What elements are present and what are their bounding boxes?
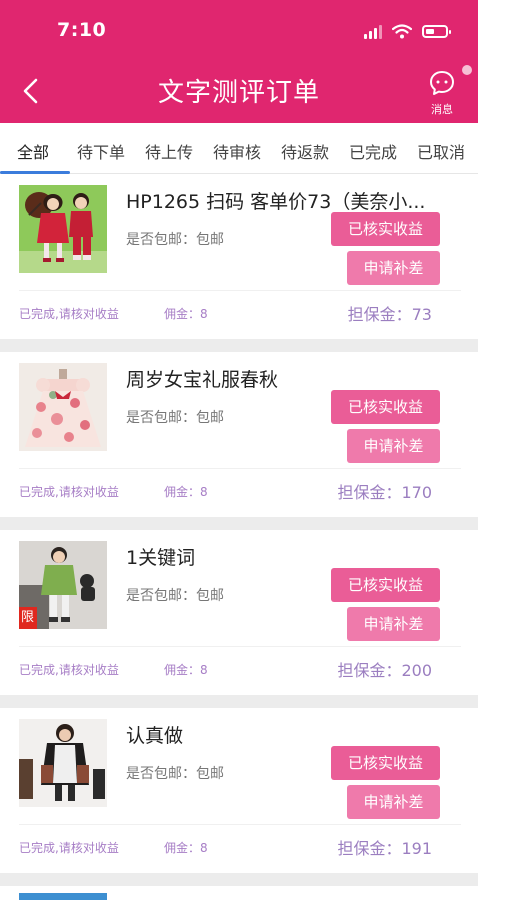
chat-icon (430, 71, 454, 95)
order-status: 已完成,请核对收益 (19, 663, 119, 677)
tab-cancelled[interactable]: 已取消 (417, 139, 465, 163)
order-status: 已完成,请核对收益 (19, 841, 119, 855)
order-tabs: 全部 待下单 待上传 待审核 待返款 已完成 已取消 (0, 123, 478, 174)
battery-icon (422, 25, 451, 38)
shipping-info: 是否包邮：包邮 (126, 588, 224, 604)
notification-dot (462, 65, 472, 75)
verified-earnings-button[interactable]: 已核实收益 (331, 746, 440, 780)
tab-pending-refund[interactable]: 待返款 (281, 139, 329, 163)
divider (19, 646, 461, 647)
wifi-icon (392, 24, 412, 39)
tab-pending-order[interactable]: 待下单 (77, 139, 125, 163)
commission: 佣金：8 (164, 485, 208, 499)
commission: 佣金：8 (164, 663, 208, 677)
tab-all[interactable]: 全部 (17, 139, 49, 163)
status-time: 7:10 (57, 19, 107, 41)
apply-adjustment-button[interactable]: 申请补差 (347, 429, 440, 463)
apply-adjustment-button[interactable]: 申请补差 (347, 607, 440, 641)
divider (19, 824, 461, 825)
message-button[interactable]: 消息 (424, 70, 460, 117)
shipping-info: 是否包邮：包邮 (126, 410, 224, 426)
product-image (19, 363, 107, 451)
tab-pending-review[interactable]: 待审核 (213, 139, 261, 163)
apply-adjustment-button[interactable]: 申请补差 (347, 251, 440, 285)
commission: 佣金：8 (164, 841, 208, 855)
verified-earnings-button[interactable]: 已核实收益 (331, 390, 440, 424)
shipping-info: 是否包邮：包邮 (126, 232, 224, 248)
app: 7:10 文字测评订单 消息 全部 待下单 待上传 待审核 待返款 已完成 已取… (0, 0, 478, 900)
message-label: 消息 (431, 103, 453, 116)
status-icons (364, 24, 451, 39)
shipping-info: 是否包邮：包邮 (126, 766, 224, 782)
product-image (19, 719, 107, 807)
order-card[interactable]: 限 1关键词 是否包邮：包邮 已核实收益 申请补差 已完成,请核对收益 佣金：8… (0, 530, 478, 708)
product-image (19, 185, 107, 273)
verified-earnings-button[interactable]: 已核实收益 (331, 568, 440, 602)
order-status: 已完成,请核对收益 (19, 485, 119, 499)
apply-adjustment-button[interactable]: 申请补差 (347, 785, 440, 819)
order-list: HP1265 扫码 客单价73（美奈小... 是否包邮：包邮 已核实收益 申请补… (0, 174, 478, 886)
order-card[interactable]: 周岁女宝礼服春秋 是否包邮：包邮 已核实收益 申请补差 已完成,请核对收益 佣金… (0, 352, 478, 530)
tab-completed[interactable]: 已完成 (349, 139, 397, 163)
order-title: 周岁女宝礼服春秋 (126, 369, 279, 391)
divider (19, 468, 461, 469)
deposit-amount: 担保金：191 (337, 839, 432, 858)
deposit-amount: 担保金：170 (337, 483, 432, 502)
order-title: 认真做 (126, 725, 184, 747)
commission: 佣金：8 (164, 307, 208, 321)
deposit-amount: 担保金：200 (337, 661, 432, 680)
tab-pending-upload[interactable]: 待上传 (145, 139, 193, 163)
order-title: 1关键词 (126, 547, 196, 569)
verified-earnings-button[interactable]: 已核实收益 (331, 212, 440, 246)
header: 7:10 文字测评订单 消息 (0, 0, 478, 123)
signal-icon (364, 24, 382, 39)
order-card[interactable]: 认真做 是否包邮：包邮 已核实收益 申请补差 已完成,请核对收益 佣金：8 担保… (0, 708, 478, 886)
order-title: HP1265 扫码 客单价73（美奈小... (126, 191, 426, 213)
order-status: 已完成,请核对收益 (19, 307, 119, 321)
order-card[interactable]: HP1265 扫码 客单价73（美奈小... 是否包邮：包邮 已核实收益 申请补… (0, 174, 478, 352)
limited-badge: 限 (21, 610, 35, 625)
next-order-image-peek (19, 893, 107, 900)
deposit-amount: 担保金：73 (347, 305, 432, 324)
product-image: 限 (19, 541, 107, 629)
page-title: 文字测评订单 (157, 78, 320, 108)
divider (19, 290, 461, 291)
